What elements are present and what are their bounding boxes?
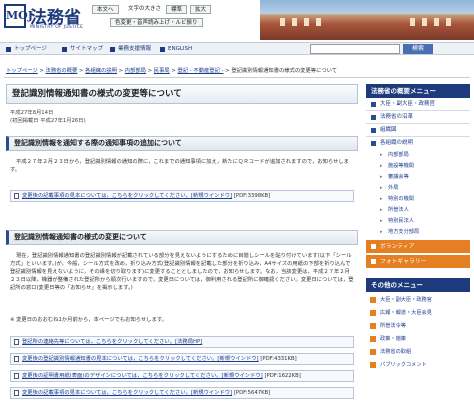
sidebar-other-item[interactable]: 政策・施策	[366, 333, 470, 345]
sidebar-other-item[interactable]: 大臣・副大臣・政務官	[366, 294, 470, 306]
sidebar-other-item[interactable]: パブリックコメント	[366, 359, 470, 371]
pdf-link-text[interactable]: 変更後の登記識別情報通知書の見本については，こちらをクリックしてください。[新規…	[22, 356, 259, 362]
breadcrumb-current: 登記識別情報通知書の様式の変更等について	[231, 68, 338, 74]
bullet-icon	[370, 349, 376, 355]
sidebar-subitem[interactable]: 地方支分部局	[380, 227, 470, 238]
sidebar-volunteer-link[interactable]: ボランティア	[366, 240, 470, 254]
font-large-button[interactable]: 拡大	[190, 5, 212, 14]
section-heading: 登記識別情報を通知する際の通知事項の追加について	[6, 136, 358, 151]
nav-sitemap[interactable]: サイトマップ	[62, 45, 103, 54]
document-icon	[14, 193, 19, 199]
bullet-icon	[370, 323, 376, 329]
bullet-icon	[371, 115, 376, 120]
file-size: [PDF:5647KB]	[233, 390, 271, 396]
font-size-label: 文字の大きさ	[128, 6, 162, 12]
bullet-icon	[371, 259, 376, 264]
bullet-icon	[370, 336, 376, 342]
nav-english[interactable]: ENGLISH	[160, 45, 192, 54]
breadcrumb: トップページ > 法務省の概要 > 各組織の説明 > 内部部局 > 民事局 > …	[6, 68, 338, 74]
section-text: 平成２７年２月２３日から，登記識別情報の通知の際に，これまでの通知事項に加え，新…	[10, 159, 349, 173]
bullet-icon	[371, 128, 376, 133]
document-icon	[14, 356, 19, 362]
pdf-link[interactable]: 変更後の記載事項の見本については，こちらをクリックしてください。[新規ウインドウ…	[10, 387, 354, 399]
file-size: [PDF:3398KB]	[233, 193, 271, 199]
site-header: MOJ 法務省 MINISTRY OF JUSTICE 本文へ 文字の大きさ 標…	[0, 0, 474, 40]
pdf-link[interactable]: 変更後の証明書用紙(表面)のデザインについては，こちらをクリックしてください。[…	[10, 370, 354, 382]
section-note: ※ 変更日のおおむね1か月前から，本ページでもお知らせします。	[10, 317, 167, 323]
main-content: 登記識別情報通知書の様式の変更等について 平成27年8月14日 (初回掲載日 平…	[6, 84, 358, 410]
document-icon	[14, 373, 19, 379]
page-title: 登記識別情報通知書の様式の変更等について	[6, 84, 358, 104]
file-size: [PDF:1622KB]	[264, 373, 301, 379]
pdf-link[interactable]: 変更後の記載事項の見本については，こちらをクリックしてください。[新規ウインドウ…	[10, 190, 354, 202]
sidebar-item[interactable]: 大臣・副大臣・政務官	[366, 98, 470, 111]
bullet-icon	[371, 102, 376, 107]
link-row[interactable]: 登記所の連絡先等については，こちらをクリックしてください。[法務局HP]	[10, 336, 354, 348]
nav-top-page[interactable]: トップページ	[6, 45, 47, 54]
sidebar-item[interactable]: 組織図	[366, 124, 470, 137]
divider	[4, 77, 470, 78]
date-initial: (初回掲載日 平成27年1月26日)	[10, 118, 86, 124]
sidebar-subitem[interactable]: 特別民法人	[380, 216, 470, 227]
nav-business-support[interactable]: 業務支援情報	[110, 45, 151, 54]
search-input[interactable]	[310, 44, 400, 54]
search-button[interactable]: 検索	[403, 44, 433, 54]
sidebar-other-title: その他のメニュー	[366, 278, 470, 292]
sidebar-subitem[interactable]: 内部部局	[380, 150, 470, 161]
pdf-link-text[interactable]: 変更後の記載事項の見本については，こちらをクリックしてください。[新規ウインドウ…	[22, 193, 232, 199]
accessibility-button[interactable]: 色変更・音声読み上げ・ルビ振り	[110, 18, 203, 27]
section-text: 現在，登記識別情報通知書の登記識別情報が記載されている部分を見えないようにするた…	[10, 253, 354, 291]
breadcrumb-item[interactable]: トップページ	[6, 68, 38, 74]
sidebar-subitem[interactable]: 施設等機関	[380, 161, 470, 172]
file-size: [PDF:4331KB]	[260, 356, 297, 362]
pdf-link[interactable]: 変更後の登記識別情報通知書の見本については，こちらをクリックしてください。[新規…	[10, 353, 354, 365]
link-text[interactable]: 登記所の連絡先等については，こちらをクリックしてください。[法務局HP]	[22, 339, 202, 345]
sidebar-subitem[interactable]: 審議会等	[380, 172, 470, 183]
site-subtitle: MINISTRY OF JUSTICE	[30, 25, 84, 30]
breadcrumb-item[interactable]: 民事局	[154, 68, 170, 74]
bullet-icon	[370, 297, 376, 303]
breadcrumb-item[interactable]: 各組織の説明	[85, 68, 117, 74]
sidebar: 法務省の概要メニュー 大臣・副大臣・政務官 法務省の沿革 組織図 各組織の説明 …	[366, 84, 470, 410]
bullet-icon	[371, 141, 376, 146]
breadcrumb-item[interactable]: 登記 - 不動産登記 -	[178, 68, 224, 74]
sidebar-photo-gallery-link[interactable]: フォトギャラリー	[366, 255, 470, 269]
breadcrumb-item[interactable]: 内部部局	[125, 68, 146, 74]
date-posted: 平成27年8月14日	[10, 110, 54, 116]
header-building-photo	[260, 0, 474, 40]
sidebar-other-item[interactable]: 所管法令等	[366, 320, 470, 332]
bullet-icon	[371, 244, 376, 249]
sidebar-item[interactable]: 各組織の説明	[366, 137, 470, 150]
sidebar-other-item[interactable]: 広報・報道・大臣会見	[366, 307, 470, 319]
section-heading: 登記識別情報通知書の様式の変更について	[6, 230, 358, 245]
skip-to-content-button[interactable]: 本文へ	[92, 5, 119, 14]
sidebar-subitem[interactable]: 外局	[380, 183, 470, 194]
moj-logo[interactable]: MOJ	[4, 4, 33, 28]
breadcrumb-item[interactable]: 法務省の概要	[46, 68, 78, 74]
sidebar-item[interactable]: 法務省の沿革	[366, 111, 470, 124]
sidebar-menu-title: 法務省の概要メニュー	[366, 84, 470, 98]
document-icon	[14, 339, 19, 345]
sidebar-other-item[interactable]: 法務省の取組	[366, 346, 470, 358]
pdf-link-text[interactable]: 変更後の証明書用紙(表面)のデザインについては，こちらをクリックしてください。[…	[22, 373, 263, 379]
bullet-icon	[370, 310, 376, 316]
font-standard-button[interactable]: 標準	[166, 5, 188, 14]
bullet-icon	[370, 362, 376, 368]
document-icon	[14, 390, 19, 396]
sidebar-subitem[interactable]: 特別の機関	[380, 194, 470, 205]
pdf-link-text[interactable]: 変更後の記載事項の見本については，こちらをクリックしてください。[新規ウインドウ…	[22, 390, 232, 396]
sidebar-subitem[interactable]: 所管法人	[380, 205, 470, 216]
